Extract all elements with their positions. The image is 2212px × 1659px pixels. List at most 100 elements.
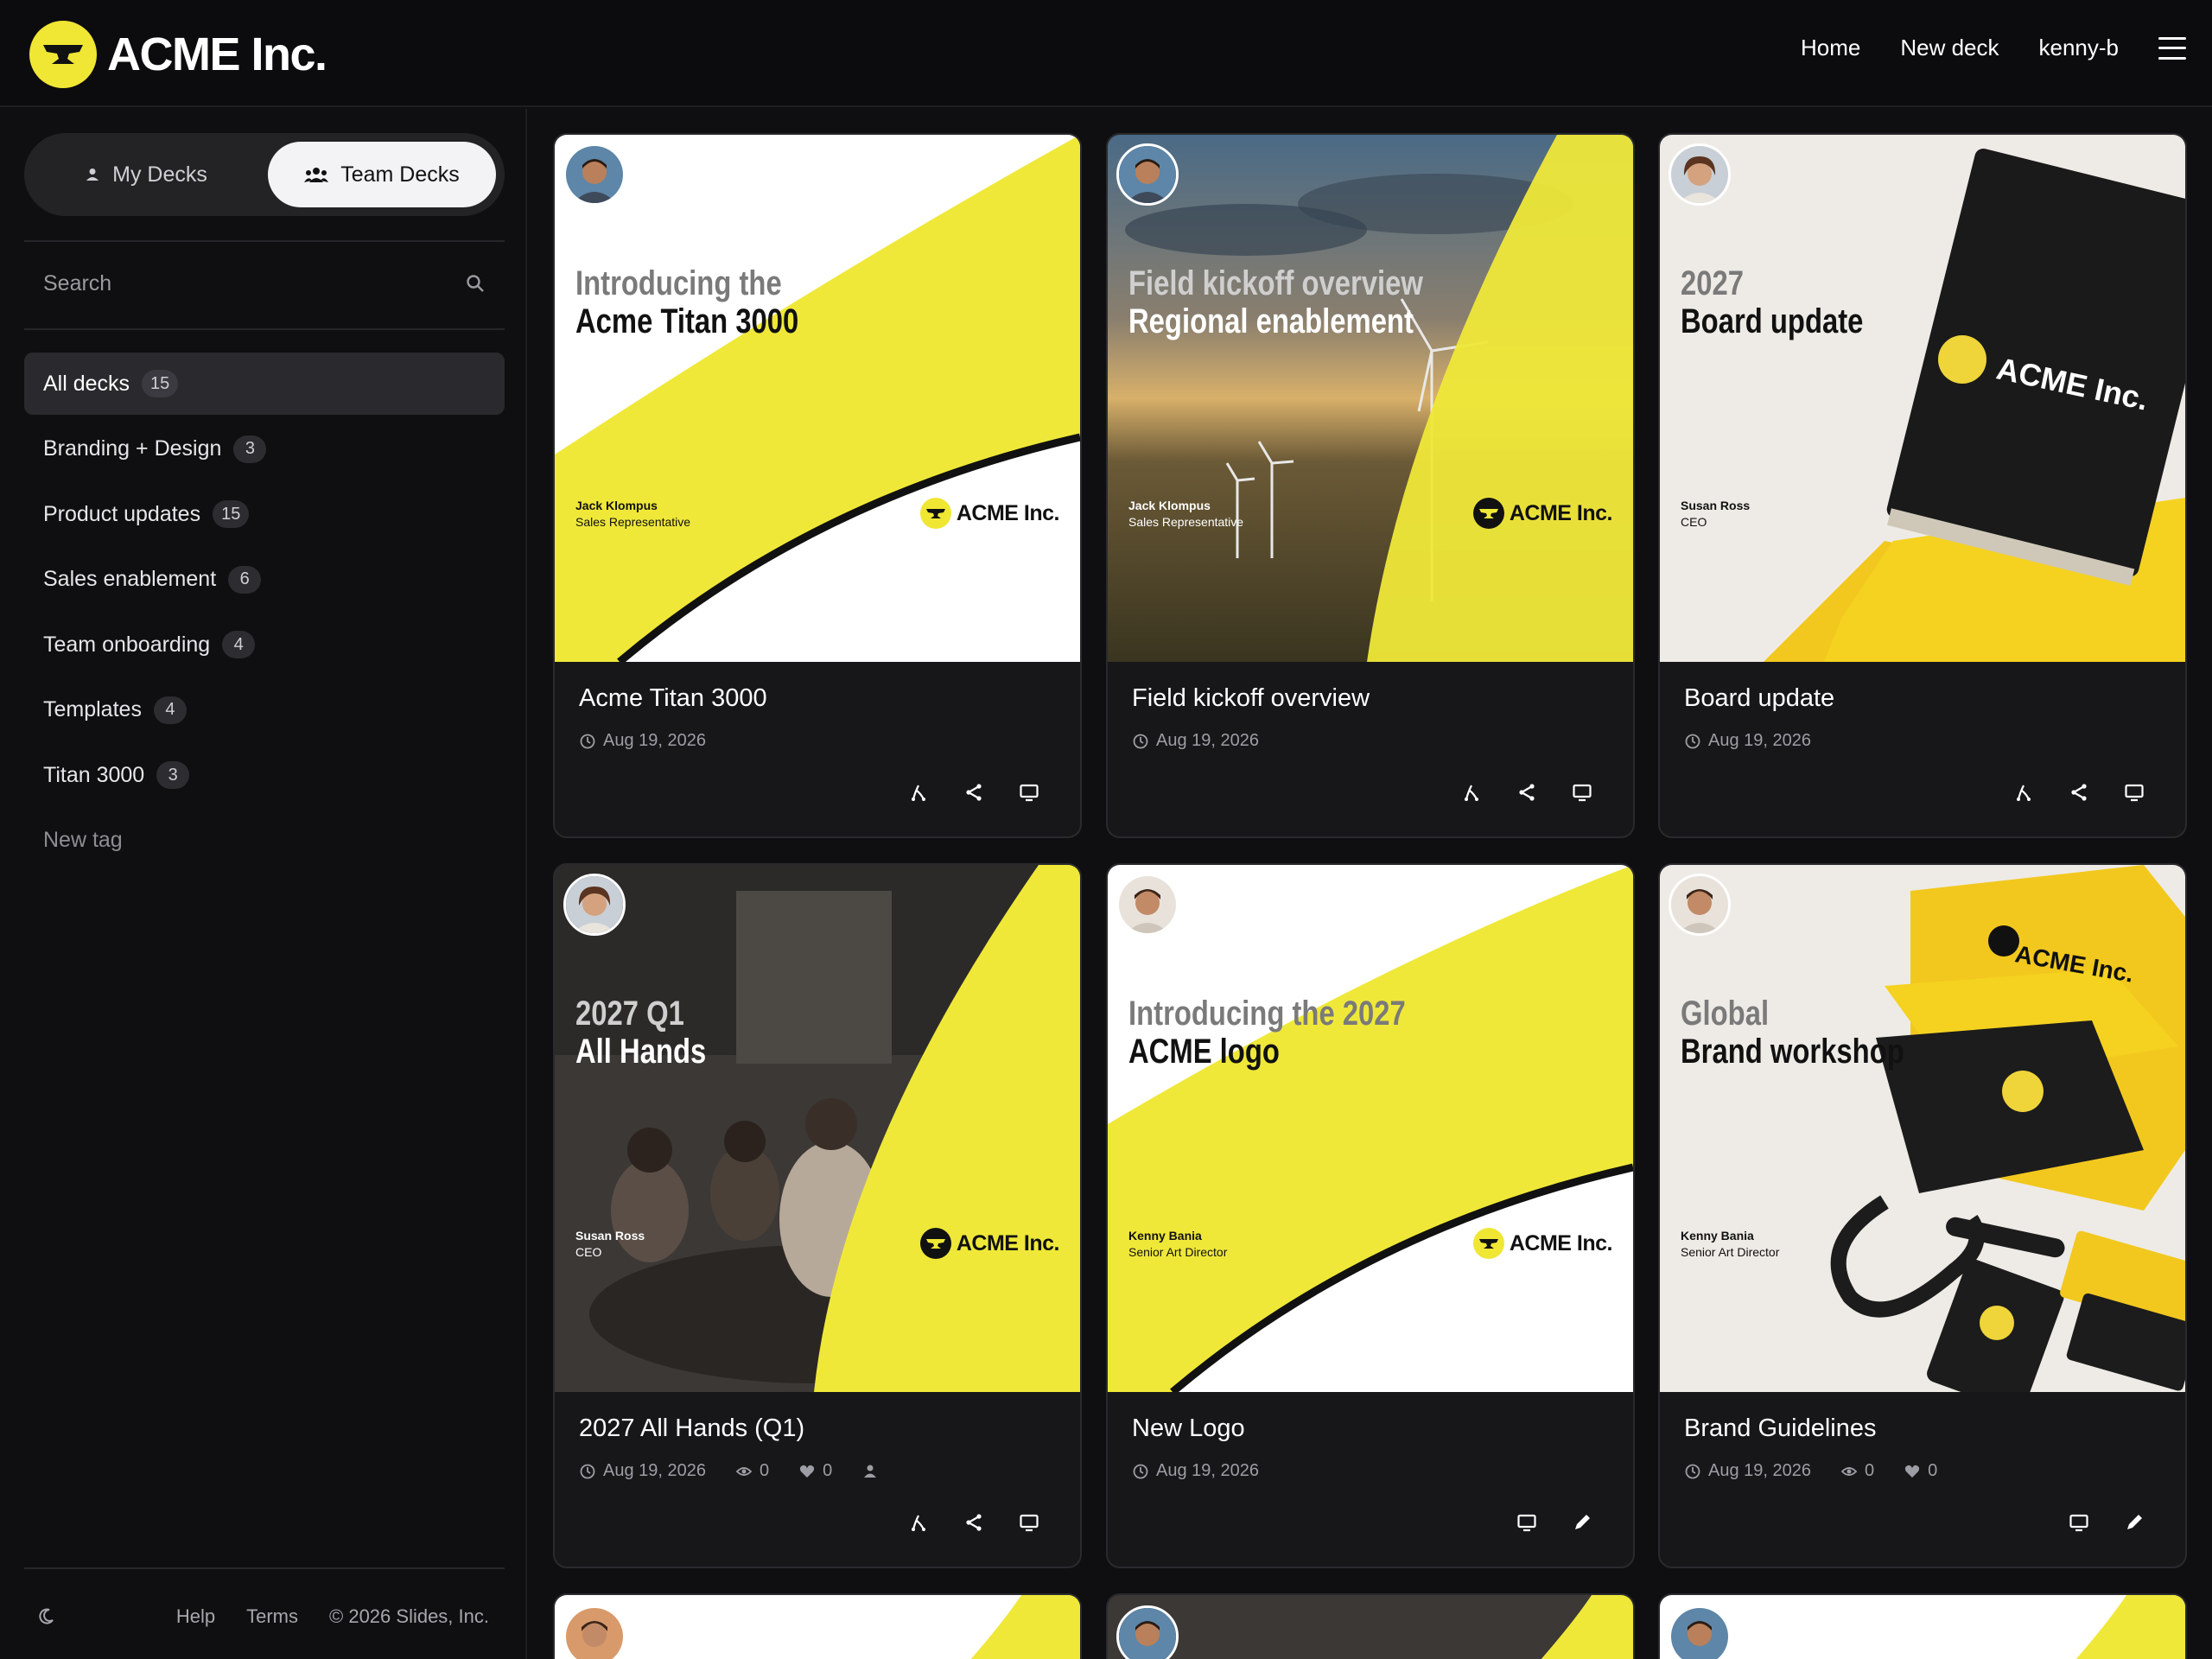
- deck-thumbnail[interactable]: ACME Inc. 2027 Board update Susan Ross CEO: [1660, 135, 2185, 662]
- deck-date: Aug 19, 2026: [1156, 1461, 1259, 1480]
- sidebar: My Decks Team Decks All decks 15 Branding…: [0, 109, 527, 1659]
- tag-label: Templates: [43, 697, 142, 721]
- share-icon[interactable]: [959, 778, 988, 807]
- deck-date: Aug 19, 2026: [1708, 731, 1811, 750]
- duplicate-icon[interactable]: [904, 778, 933, 807]
- slide-presenter: Jack Klompus Sales Representative: [575, 499, 691, 529]
- nav-home[interactable]: Home: [1801, 35, 1860, 61]
- deck-meta: Aug 19, 2026: [1132, 731, 1259, 751]
- tag-count: 6: [228, 565, 262, 594]
- deck-card[interactable]: 2027 Q1 All Hands Susan Ross CEO ACME Inc.…: [553, 863, 1082, 1568]
- tag-count: 4: [222, 631, 256, 658]
- share-icon[interactable]: [959, 1508, 988, 1537]
- deck-card[interactable]: [1106, 1593, 1635, 1659]
- tag-count: 15: [213, 500, 250, 528]
- author-avatar: [1669, 143, 1731, 206]
- deck-card[interactable]: Introducing the 2027 ACME logo Kenny Bani…: [1106, 863, 1635, 1568]
- deck-title[interactable]: Field kickoff overview: [1132, 684, 1370, 713]
- slide-title: Introducing the Acme Titan 3000: [575, 264, 799, 340]
- deck-title[interactable]: Brand Guidelines: [1684, 1414, 1876, 1443]
- search-input[interactable]: [43, 270, 423, 296]
- deck-thumbnail[interactable]: 2027 Q1 All Hands Susan Ross CEO ACME Inc.: [555, 865, 1080, 1392]
- tag-titan-3000[interactable]: Titan 3000 3: [24, 744, 505, 806]
- my-decks-button[interactable]: My Decks: [33, 142, 259, 207]
- duplicate-icon[interactable]: [2009, 778, 2038, 807]
- deck-thumbnail[interactable]: Field kickoff overview Regional enablemen…: [1108, 135, 1633, 662]
- search-icon[interactable]: [465, 273, 486, 294]
- slide-logo: ACME Inc.: [919, 498, 1060, 529]
- nav-new-deck[interactable]: New deck: [1900, 35, 1999, 61]
- edit-icon[interactable]: [2120, 1508, 2149, 1537]
- deck-card[interactable]: ACME Inc. 2027 Board update Susan Ross CEO…: [1658, 133, 2187, 838]
- deck-meta: Aug 19, 2026: [579, 731, 706, 751]
- deck-title[interactable]: 2027 All Hands (Q1): [579, 1414, 804, 1443]
- share-icon[interactable]: [1512, 778, 1541, 807]
- slide-presenter: Jack Klompus Sales Representative: [1128, 499, 1244, 529]
- clock-icon: [1684, 733, 1701, 750]
- tag-label: Titan 3000: [43, 762, 145, 787]
- tag-label: All decks: [43, 371, 130, 396]
- deck-thumbnail[interactable]: ACME Inc. Global Brand workshop Kenny Ban…: [1660, 865, 2185, 1392]
- tag-label: Product updates: [43, 501, 201, 526]
- deck-title[interactable]: Acme Titan 3000: [579, 684, 767, 713]
- deck-meta: Aug 19, 2026: [1132, 1461, 1259, 1481]
- moon-icon[interactable]: [36, 1607, 55, 1626]
- clock-icon: [1132, 733, 1149, 750]
- author-avatar: [563, 874, 626, 936]
- deck-card[interactable]: [553, 1593, 1082, 1659]
- deck-card[interactable]: Field kickoff overview Regional enablemen…: [1106, 133, 1635, 838]
- search-box: [24, 242, 505, 325]
- present-icon[interactable]: [2064, 1508, 2094, 1537]
- deck-actions: [904, 778, 1044, 807]
- deck-card[interactable]: [1658, 1593, 2187, 1659]
- new-tag-button[interactable]: New tag: [24, 810, 505, 872]
- author-avatar: [563, 1605, 626, 1659]
- deck-thumbnail[interactable]: Introducing the Acme Titan 3000 Jack Klom…: [555, 135, 1080, 662]
- anvil-logo-icon: [919, 498, 951, 529]
- tag-all-decks[interactable]: All decks 15: [24, 353, 505, 415]
- tag-branding-design[interactable]: Branding + Design 3: [24, 418, 505, 480]
- deck-card[interactable]: ACME Inc. Global Brand workshop Kenny Ban…: [1658, 863, 2187, 1568]
- tag-count: 4: [153, 696, 187, 724]
- deck-meta: Aug 19, 2026: [1684, 731, 1811, 751]
- tag-sales-enablement[interactable]: Sales enablement 6: [24, 549, 505, 611]
- present-icon[interactable]: [1567, 778, 1597, 807]
- help-link[interactable]: Help: [176, 1605, 215, 1628]
- tag-list: All decks 15 Branding + Design 3 Product u…: [24, 353, 505, 872]
- tag-label: Branding + Design: [43, 436, 222, 461]
- present-icon[interactable]: [1512, 1508, 1541, 1537]
- tag-team-onboarding[interactable]: Team onboarding 4: [24, 613, 505, 676]
- deck-thumbnail[interactable]: Introducing the 2027 ACME logo Kenny Bani…: [1108, 865, 1633, 1392]
- present-icon[interactable]: [2120, 778, 2149, 807]
- brand-logo[interactable]: ACME Inc.: [29, 21, 327, 88]
- deck-actions: [2009, 778, 2149, 807]
- terms-link[interactable]: Terms: [246, 1605, 298, 1628]
- duplicate-icon[interactable]: [1457, 778, 1486, 807]
- present-icon[interactable]: [1014, 1508, 1044, 1537]
- deck-meta: Aug 19, 2026 0 0: [1684, 1461, 1937, 1481]
- deck-title[interactable]: Board update: [1684, 684, 1834, 713]
- top-header: ACME Inc. Home New deck kenny-b: [0, 0, 2212, 107]
- share-icon[interactable]: [2064, 778, 2094, 807]
- team-decks-button[interactable]: Team Decks: [268, 142, 496, 207]
- hamburger-icon[interactable]: [2158, 36, 2186, 60]
- tag-product-updates[interactable]: Product updates 15: [24, 483, 505, 545]
- nav-user[interactable]: kenny-b: [2039, 35, 2120, 61]
- duplicate-icon[interactable]: [904, 1508, 933, 1537]
- author-avatar: [1669, 1605, 1731, 1659]
- present-icon[interactable]: [1014, 778, 1044, 807]
- like-count: 0: [1928, 1461, 1938, 1480]
- deck-title[interactable]: New Logo: [1132, 1414, 1245, 1443]
- deck-date: Aug 19, 2026: [603, 731, 706, 750]
- deck-card[interactable]: Introducing the Acme Titan 3000 Jack Klom…: [553, 133, 1082, 838]
- tag-templates[interactable]: Templates 4: [24, 679, 505, 741]
- deck-actions: [1457, 778, 1597, 807]
- deck-scope-toggle: My Decks Team Decks: [24, 133, 505, 216]
- slide-logo: ACME Inc.: [919, 1228, 1060, 1259]
- clock-icon: [579, 733, 596, 750]
- edit-icon[interactable]: [1567, 1508, 1597, 1537]
- deck-date: Aug 19, 2026: [1156, 731, 1259, 750]
- slide-logo: ACME Inc.: [1472, 1228, 1613, 1259]
- slide-presenter: Kenny Bania Senior Art Director: [1681, 1229, 1780, 1259]
- clock-icon: [1684, 1463, 1701, 1480]
